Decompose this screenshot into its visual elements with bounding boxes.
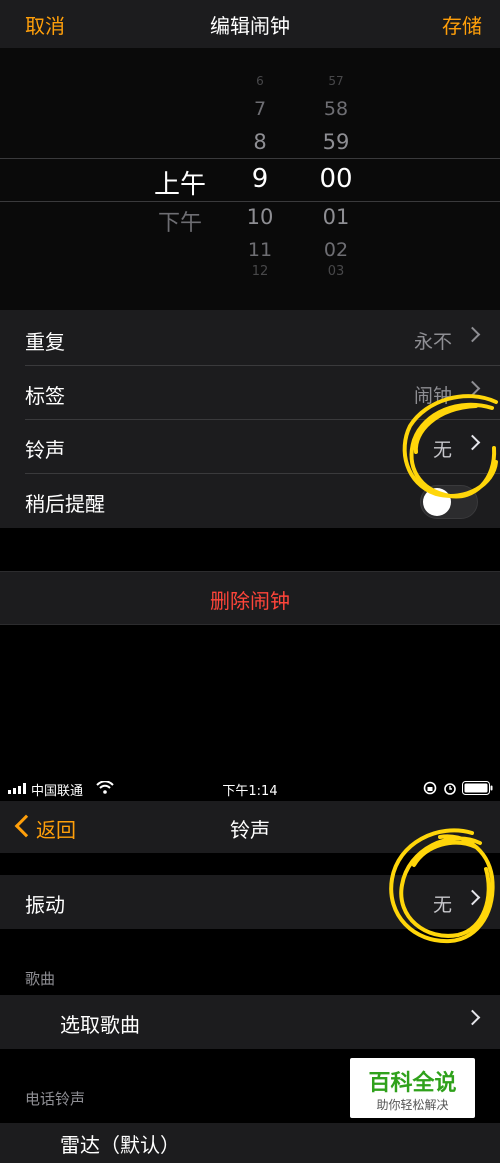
repeat-value: 永不 [413,331,452,353]
picker-ampm-selected[interactable]: 上午 [140,164,220,201]
status-bar: 中国联通 下午1:14 [0,775,500,801]
ringtone-row[interactable]: 雷达（默认） [0,1123,500,1163]
picker-minute-option[interactable]: 01 [300,205,372,229]
toggle-knob [423,488,451,516]
vibration-label: 振动 [25,893,65,917]
snooze-toggle[interactable] [420,485,478,519]
snooze-label: 稍后提醒 [25,492,105,516]
label-row[interactable]: 标签 闹钟 [0,366,500,420]
chevron-right-icon [464,889,481,906]
save-button[interactable]: 存储 [442,10,482,39]
ringtone-label: 雷达（默认） [60,1133,180,1157]
picker-minute-selected[interactable]: 00 [300,164,372,194]
edit-alarm-screen: 取消 编辑闹钟 存储 上午 下午 6 7 8 9 10 11 12 57 58 … [0,0,500,775]
sound-label: 铃声 [25,438,65,462]
picker-ampm-option[interactable]: 下午 [140,205,220,237]
chevron-right-icon [464,434,481,451]
orientation-lock-icon [423,781,437,799]
repeat-label: 重复 [25,330,65,354]
chevron-right-icon [464,1009,481,1026]
songs-section-header: 歌曲 [25,970,56,988]
picker-hour-option[interactable]: 11 [225,239,295,261]
navigation-bar: 取消 编辑闹钟 存储 [0,0,500,48]
picker-hour-selected[interactable]: 9 [225,164,295,194]
battery-icon [462,781,494,799]
page-title: 铃声 [230,818,270,842]
sound-value: 无 [432,439,452,461]
pick-song-row[interactable]: 选取歌曲 [0,995,500,1049]
time-picker[interactable]: 上午 下午 6 7 8 9 10 11 12 57 58 59 00 01 02… [0,48,500,310]
chevron-right-icon [464,326,481,343]
delete-alarm-button[interactable]: 删除闹钟 [0,585,500,614]
sound-row[interactable]: 铃声 无 [0,420,500,474]
picker-minute-option[interactable]: 58 [300,98,372,120]
pick-song-label: 选取歌曲 [60,1013,140,1037]
ringtone-screen: 中国联通 下午1:14 返回 铃声 振动 无 歌曲 选取歌曲 电话铃声 雷达（默… [0,775,500,1163]
delete-alarm-row[interactable]: 删除闹钟 [0,571,500,625]
ringtones-section-header: 电话铃声 [25,1090,86,1108]
label-label: 标签 [25,384,65,408]
vibration-row[interactable]: 振动 无 [0,875,500,929]
watermark-logo: 百科全说 助你轻松解决 [350,1058,475,1118]
picker-hour-option[interactable]: 7 [225,98,295,120]
navigation-bar: 返回 铃声 [0,801,500,853]
picker-minute-option[interactable]: 57 [300,74,372,88]
picker-minute-option[interactable]: 59 [300,130,372,154]
vibration-value: 无 [432,894,452,916]
alarm-settings-list: 重复 永不 标签 闹钟 铃声 无 稍后提醒 [0,310,500,528]
picker-minute-option[interactable]: 02 [300,239,372,261]
repeat-row[interactable]: 重复 永不 [0,312,500,366]
picker-hour-option[interactable]: 8 [225,130,295,154]
chevron-right-icon [464,380,481,397]
picker-hour-option[interactable]: 12 [225,264,295,279]
alarm-clock-icon [443,781,457,799]
picker-minute-option[interactable]: 03 [300,264,372,279]
watermark-subtitle: 助你轻松解决 [376,1098,449,1112]
picker-hour-option[interactable]: 10 [225,205,295,229]
picker-hour-option[interactable]: 6 [225,74,295,88]
label-value: 闹钟 [413,385,452,407]
snooze-row: 稍后提醒 [0,474,500,528]
page-title: 编辑闹钟 [210,14,290,38]
watermark-title: 百科全说 [368,1071,457,1096]
